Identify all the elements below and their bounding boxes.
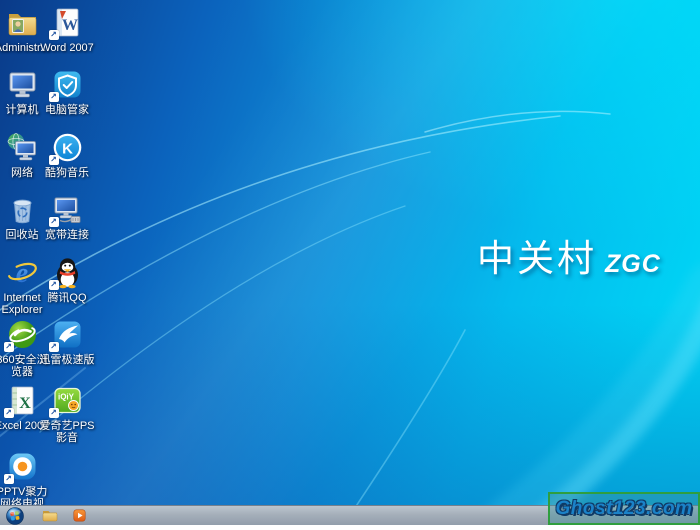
svg-text:e: e — [15, 258, 27, 289]
iqiyi-pps-icon: iQiY ↗ — [51, 384, 84, 417]
svg-text:K: K — [62, 141, 73, 158]
svg-text:X: X — [19, 395, 31, 412]
shortcut-arrow-icon: ↗ — [49, 280, 59, 290]
shortcut-arrow-icon: ↗ — [49, 30, 59, 40]
icon-label: 酷狗音乐 — [37, 167, 97, 179]
desktop-background[interactable]: 中关村 ZGC Administr... W ↗ — [0, 0, 700, 525]
wallpaper-brand: 中关村 ZGC — [477, 240, 661, 277]
excel-2007-icon: X ↗ — [6, 384, 39, 417]
explorer-folder-icon — [42, 509, 58, 522]
shortcut-arrow-icon: ↗ — [49, 342, 59, 352]
pc-manager-shield-icon: ↗ — [51, 68, 84, 101]
windows-start-orb-icon — [6, 507, 24, 525]
taskbar-media-player-button[interactable] — [73, 509, 86, 522]
360-safe-browser-icon: ↗ — [6, 318, 39, 351]
desktop-icon-tencent-qq[interactable]: ↗ 腾讯QQ — [37, 256, 97, 304]
shortcut-arrow-icon: ↗ — [49, 155, 59, 165]
computer-icon — [6, 68, 39, 101]
shortcut-arrow-icon: ↗ — [4, 342, 14, 352]
taskbar-explorer-button[interactable] — [42, 509, 58, 522]
icon-label: 爱奇艺PPS影音 — [37, 420, 97, 444]
icon-label: 迅雷极速版 — [37, 354, 97, 366]
shortcut-arrow-icon: ↗ — [49, 408, 59, 418]
ghost123-watermark: Ghost123.com — [548, 492, 700, 525]
svg-text:W: W — [62, 17, 78, 34]
kugou-music-icon: K ↗ — [51, 131, 84, 164]
desktop-icon-pptv[interactable]: ↗ PPTV聚力 网络电视 — [0, 450, 52, 510]
brand-cn-text: 中关村 — [477, 240, 597, 277]
desktop-icon-thunder[interactable]: ↗ 迅雷极速版 — [37, 318, 97, 366]
desktop-icon-iqiyi-pps[interactable]: iQiY ↗ 爱奇艺PPS影音 — [37, 384, 97, 444]
thunder-bird-icon: ↗ — [51, 318, 84, 351]
desktop-icon-pc-manager[interactable]: ↗ 电脑管家 — [37, 68, 97, 116]
svg-text:iQiY: iQiY — [57, 393, 74, 402]
watermark-text: Ghost123.com — [556, 498, 693, 520]
network-globe-monitor-icon — [6, 131, 39, 164]
shortcut-arrow-icon: ↗ — [49, 217, 59, 227]
internet-explorer-icon: e — [6, 256, 39, 289]
brand-en-text: ZGC — [605, 252, 661, 277]
user-folder-icon — [6, 6, 39, 39]
recycle-bin-icon — [6, 193, 39, 226]
shortcut-arrow-icon: ↗ — [4, 474, 14, 484]
desktop-icon-broadband[interactable]: ↗ 宽带连接 — [37, 193, 97, 241]
broadband-connection-icon: ↗ — [51, 193, 84, 226]
shortcut-arrow-icon: ↗ — [4, 408, 14, 418]
start-button[interactable] — [6, 507, 24, 525]
media-player-icon — [73, 509, 86, 522]
shortcut-arrow-icon: ↗ — [49, 92, 59, 102]
icon-label: 电脑管家 — [37, 104, 97, 116]
qq-penguin-icon: ↗ — [51, 256, 84, 289]
icon-label: Word 2007 — [37, 42, 97, 54]
desktop-icon-word-2007[interactable]: W ↗ Word 2007 — [37, 6, 97, 54]
word-2007-icon: W ↗ — [51, 6, 84, 39]
icon-label: 宽带连接 — [37, 229, 97, 241]
pptv-icon: ↗ — [6, 450, 39, 483]
desktop-icon-kugou-music[interactable]: K ↗ 酷狗音乐 — [37, 131, 97, 179]
icon-label: 腾讯QQ — [37, 292, 97, 304]
